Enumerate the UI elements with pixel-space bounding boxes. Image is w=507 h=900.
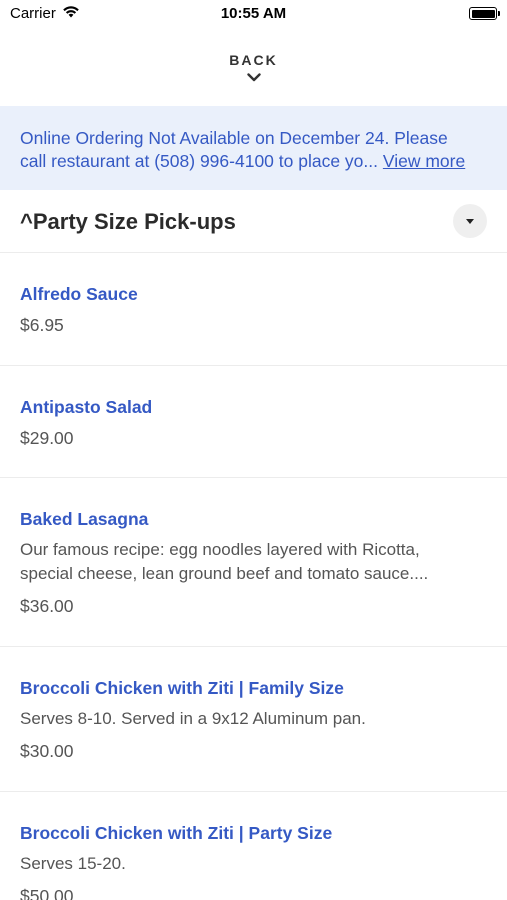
item-name: Broccoli Chicken with Ziti | Family Size (20, 678, 344, 698)
item-name: Baked Lasagna (20, 509, 149, 529)
menu-item[interactable]: Broccoli Chicken with Ziti | Family Size… (0, 647, 507, 792)
item-description-line: Serves 8-10. Served in a 9x12 Aluminum p… (20, 709, 366, 728)
notice-line-1: Online Ordering Not Available on Decembe… (20, 128, 448, 148)
back-button[interactable]: BACK (0, 28, 507, 106)
menu-item[interactable]: Broccoli Chicken with Ziti | Party Size … (0, 792, 507, 900)
item-name: Broccoli Chicken with Ziti | Party Size (20, 823, 333, 843)
menu-item[interactable]: Alfredo Sauce $6.95 (0, 253, 507, 366)
item-description: Our famous recipe: egg noodles layered w… (20, 538, 487, 586)
item-description-line: Our famous recipe: egg noodles layered w… (20, 540, 420, 559)
item-price: $30.00 (20, 741, 74, 761)
category-header: ^Party Size Pick-ups (0, 190, 507, 253)
item-description-line: special cheese, lean ground beef and tom… (20, 564, 429, 583)
item-price: $29.00 (20, 428, 74, 448)
caret-down-icon (466, 212, 474, 230)
status-time: 10:55 AM (220, 5, 287, 22)
notice-text: call restaurant at (508) 996-4100 to pla… (20, 151, 378, 171)
item-price: $6.95 (20, 315, 64, 335)
menu-item[interactable]: Baked Lasagna Our famous recipe: egg noo… (0, 478, 507, 647)
item-price: $50.00 (20, 886, 74, 900)
item-price: $36.00 (20, 596, 74, 616)
item-name: Antipasto Salad (20, 397, 153, 417)
view-more-link[interactable]: View more (383, 151, 465, 171)
item-description: Serves 8-10. Served in a 9x12 Aluminum p… (20, 707, 487, 731)
category-dropdown-button[interactable] (453, 204, 487, 238)
back-label: BACK (229, 52, 278, 68)
notice-line-2: call restaurant at (508) 996-4100 to pla… (20, 150, 487, 173)
category-title: ^Party Size Pick-ups (20, 209, 236, 234)
item-description-line: Serves 15-20. (20, 854, 126, 873)
item-name: Alfredo Sauce (20, 284, 138, 304)
menu-item[interactable]: Antipasto Salad $29.00 (0, 366, 507, 478)
ordering-notice-banner: Online Ordering Not Available on Decembe… (0, 106, 507, 190)
chevron-down-icon (246, 69, 261, 87)
battery-icon (469, 7, 500, 20)
status-bar: Carrier 10:55 AM (0, 0, 507, 28)
item-description: Serves 15-20. (20, 852, 487, 876)
